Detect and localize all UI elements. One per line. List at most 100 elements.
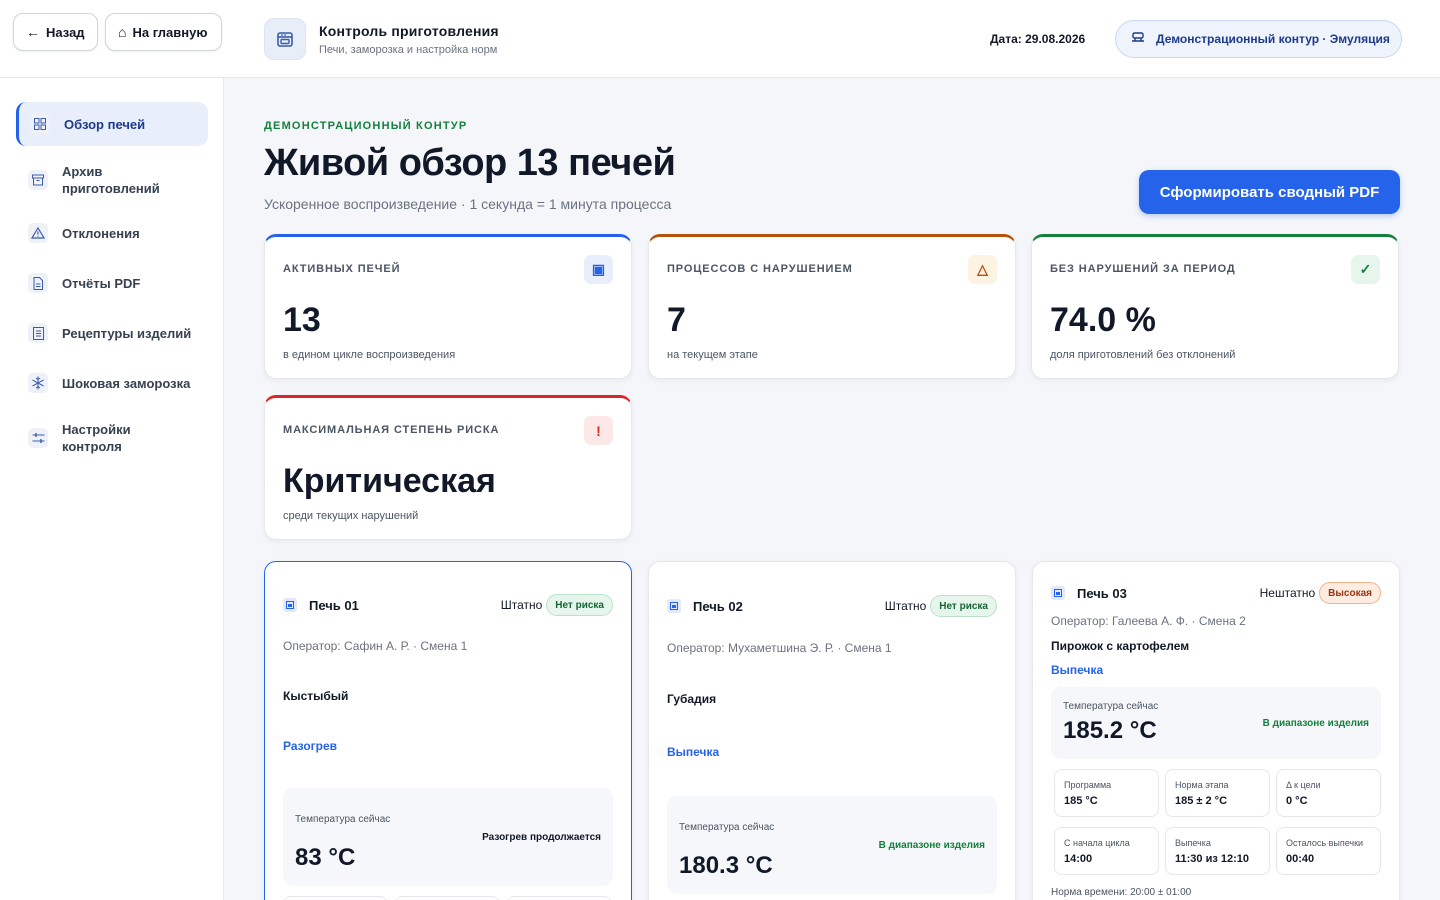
- param-box: [283, 896, 388, 900]
- temperature-value: 180.3 °C: [679, 852, 773, 879]
- stat-card-active-ovens: АКТИВНЫХ ПЕЧЕЙ ▣ 13 в едином цикле воспр…: [264, 234, 632, 379]
- oven-card[interactable]: Печь 03 Нештатно Высокая Оператор: Галее…: [1032, 561, 1400, 900]
- warning-icon: [28, 223, 48, 243]
- param-stage-norm: Норма этапа 185 ± 2 °C: [1165, 769, 1270, 817]
- param-label: Осталось выпечки: [1286, 838, 1364, 848]
- oven-stage: Выпечка: [667, 745, 720, 759]
- sidebar-item-label: Рецептуры изделий: [62, 325, 192, 341]
- home-label: На главную: [132, 24, 208, 40]
- oven-name: Печь 03: [1077, 585, 1127, 601]
- home-icon: ⌂: [118, 24, 127, 40]
- home-button[interactable]: ⌂ На главную: [105, 13, 222, 51]
- stat-label: АКТИВНЫХ ПЕЧЕЙ: [283, 263, 401, 275]
- param-baking: Выпечка 11:30 из 12:10: [1165, 827, 1270, 875]
- time-norm: Норма времени: 20:00 ± 01:00: [1051, 887, 1192, 898]
- warning-icon: △: [968, 255, 997, 284]
- param-baking-left: Осталось выпечки 00:40: [1276, 827, 1381, 875]
- param-label: Δ к цели: [1286, 780, 1321, 790]
- sidebar-item-label: Отчёты PDF: [62, 275, 141, 291]
- stat-label: МАКСИМАЛЬНАЯ СТЕПЕНЬ РИСКА: [283, 424, 500, 436]
- temperature-note: В диапазоне изделия: [1262, 718, 1369, 729]
- param-label: Программа: [1064, 780, 1112, 790]
- param-value: 185 °C: [1064, 795, 1098, 807]
- oven-product: Губадия: [667, 692, 717, 706]
- grid-icon: [30, 114, 50, 134]
- app-subtitle: Печи, заморозка и настройка норм: [319, 44, 498, 56]
- page-title: Живой обзор 13 печей: [264, 142, 676, 184]
- temperature-value: 83 °C: [295, 844, 356, 871]
- snowflake-icon: [28, 373, 48, 393]
- stat-label: БЕЗ НАРУШЕНИЙ ЗА ПЕРИОД: [1050, 263, 1236, 275]
- sidebar-item-deviations[interactable]: Отклонения: [16, 218, 208, 248]
- sidebar-item-label: Шоковая заморозка: [62, 375, 191, 391]
- stat-note: среди текущих нарушений: [283, 510, 419, 522]
- risk-badge: Нет риска: [546, 594, 613, 616]
- param-box: [507, 896, 612, 900]
- sliders-icon: [28, 428, 48, 448]
- top-bar: ← Назад ⌂ На главную Контроль приготовле…: [0, 0, 1440, 78]
- sidebar-item-pdf-reports[interactable]: Отчёты PDF: [16, 268, 208, 298]
- back-button[interactable]: ← Назад: [13, 13, 98, 51]
- stat-value: Критическая: [283, 462, 496, 500]
- oven-operator: Оператор: Мухаметшина Э. Р. · Смена 1: [667, 641, 892, 655]
- oven-card-header: Печь 02 Штатно Нет риска: [667, 595, 997, 617]
- sidebar-item-label: Настройки контроля: [62, 422, 131, 454]
- oven-operator: Оператор: Галеева А. Ф. · Смена 2: [1051, 614, 1246, 628]
- oven-card-header: Печь 03 Нештатно Высокая: [1051, 582, 1381, 604]
- param-cycle-start: С начала цикла 14:00: [1054, 827, 1159, 875]
- stat-value: 74.0 %: [1050, 301, 1156, 339]
- temperature-panel: Температура сейчас В диапазоне изделия 1…: [667, 796, 997, 894]
- param-value: 00:40: [1286, 853, 1315, 865]
- param-value: 14:00: [1064, 853, 1093, 865]
- sidebar-item-ovens-overview[interactable]: Обзор печей: [16, 102, 208, 146]
- sidebar-item-shock-freezing[interactable]: Шоковая заморозка: [16, 368, 208, 398]
- param-box: [395, 896, 500, 900]
- risk-badge: Нет риска: [930, 595, 997, 617]
- current-date: Дата: 29.08.2026: [990, 32, 1086, 46]
- param-delta-target: Δ к цели 0 °C: [1276, 769, 1381, 817]
- sidebar-item-archive[interactable]: Архив приготовлений: [16, 160, 208, 200]
- sidebar-item-label: Обзор печей: [64, 116, 146, 132]
- temperature-panel: Температура сейчас Разогрев продолжается…: [283, 788, 613, 886]
- sidebar-item-control-settings[interactable]: Настройки контроля: [16, 418, 208, 458]
- oven-card-header: Печь 01 Штатно Нет риска: [283, 594, 613, 616]
- oven-card[interactable]: Печь 02 Штатно Нет риска Оператор: Мухам…: [648, 561, 1016, 900]
- stat-value: 13: [283, 301, 321, 339]
- mode-indicator[interactable]: Демонстрационный контур · Эмуляция: [1115, 20, 1402, 58]
- sidebar-item-label: Отклонения: [62, 225, 140, 241]
- mode-label: Демонстрационный контур · Эмуляция: [1156, 32, 1390, 46]
- sidebar-item-label: Архив приготовлений: [62, 164, 160, 196]
- oven-status: Штатно: [884, 599, 927, 613]
- param-label: Выпечка: [1175, 838, 1211, 848]
- param-value: 0 °C: [1286, 795, 1308, 807]
- temperature-value: 185.2 °C: [1063, 717, 1157, 744]
- generate-pdf-button[interactable]: Сформировать сводный PDF: [1139, 170, 1400, 214]
- oven-stage: Разогрев: [283, 739, 338, 753]
- stat-note: доля приготовлений без отклонений: [1050, 349, 1236, 361]
- stat-label: ПРОЦЕССОВ С НАРУШЕНИЕМ: [667, 263, 853, 275]
- server-icon: [1130, 30, 1146, 49]
- stat-card-violations: ПРОЦЕССОВ С НАРУШЕНИЕМ △ 7 на текущем эт…: [648, 234, 1016, 379]
- sidebar: Обзор печей Архив приготовлений Отклонен…: [0, 78, 224, 900]
- param-value: 11:30 из 12:10: [1175, 853, 1250, 865]
- recipe-icon: [28, 323, 48, 343]
- temperature-label: Температура сейчас: [295, 814, 391, 825]
- alert-icon: !: [584, 416, 613, 445]
- oven-product: Кыстыбый: [283, 689, 349, 703]
- oven-icon: [667, 599, 681, 613]
- param-program: Программа 185 °C: [1054, 769, 1159, 817]
- document-icon: [28, 273, 48, 293]
- stat-card-max-risk: МАКСИМАЛЬНАЯ СТЕПЕНЬ РИСКА ! Критическая…: [264, 395, 632, 540]
- oven-status: Нештатно: [1259, 586, 1316, 600]
- oven-icon: [283, 598, 297, 612]
- archive-icon: [28, 170, 48, 190]
- temperature-panel: Температура сейчас В диапазоне изделия 1…: [1051, 687, 1381, 759]
- oven-card[interactable]: Печь 01 Штатно Нет риска Оператор: Сафин…: [264, 561, 632, 900]
- back-label: Назад: [46, 24, 85, 40]
- check-icon: ✓: [1351, 255, 1380, 284]
- oven-icon: [1051, 586, 1065, 600]
- sidebar-item-recipes[interactable]: Рецептуры изделий: [16, 318, 208, 348]
- param-value: 185 ± 2 °C: [1175, 795, 1228, 807]
- param-label: Норма этапа: [1175, 780, 1229, 790]
- oven-stage: Выпечка: [1051, 663, 1104, 677]
